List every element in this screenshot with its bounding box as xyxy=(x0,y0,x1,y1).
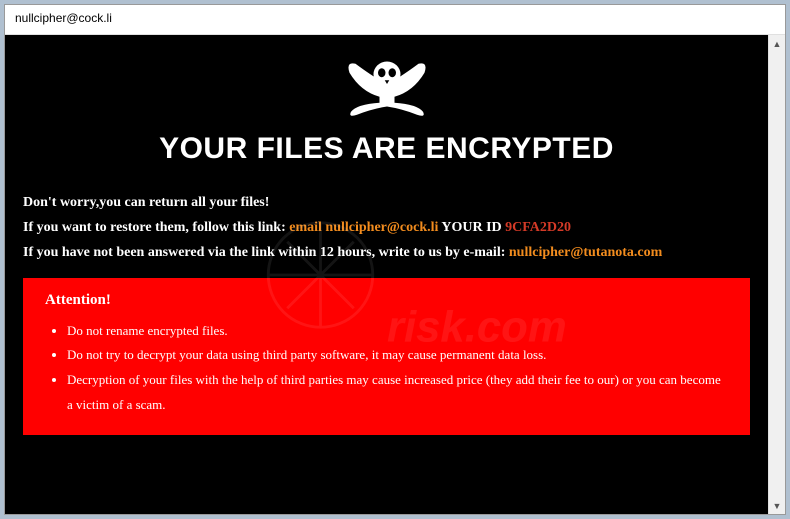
backup-email-link[interactable]: nullcipher@tutanota.com xyxy=(509,245,662,260)
your-id-label: YOUR ID xyxy=(438,220,505,235)
pirate-skull-icon xyxy=(342,49,432,119)
line-3-prefix: If you have not been answered via the li… xyxy=(23,245,509,260)
window-titlebar[interactable]: nullcipher@cock.li xyxy=(5,5,785,35)
attention-item: Do not try to decrypt your data using th… xyxy=(67,343,728,368)
content-wrap: risk.com xyxy=(5,35,785,514)
ransom-content: risk.com xyxy=(5,35,768,514)
attention-title: Attention! xyxy=(45,292,728,309)
victim-id: 9CFA2D20 xyxy=(505,220,571,235)
skull-icon-wrap xyxy=(23,49,750,124)
attention-item: Decryption of your files with the help o… xyxy=(67,368,728,417)
message-body: Don't worry,you can return all your file… xyxy=(23,190,750,266)
main-heading: YOUR FILES ARE ENCRYPTED xyxy=(23,132,750,166)
line-1: Don't worry,you can return all your file… xyxy=(23,190,750,215)
contact-email-link[interactable]: email nullcipher@cock.li xyxy=(289,220,438,235)
line-2: If you want to restore them, follow this… xyxy=(23,215,750,240)
line-3: If you have not been answered via the li… xyxy=(23,240,750,265)
attention-box: Attention! Do not rename encrypted files… xyxy=(23,278,750,436)
line-2-prefix: If you want to restore them, follow this… xyxy=(23,220,289,235)
attention-item: Do not rename encrypted files. xyxy=(67,319,728,344)
attention-list: Do not rename encrypted files. Do not tr… xyxy=(45,319,728,418)
vertical-scrollbar[interactable]: ▲ ▼ xyxy=(768,35,785,514)
scroll-up-arrow-icon[interactable]: ▲ xyxy=(769,35,785,52)
ransom-window: nullcipher@cock.li risk.com xyxy=(4,4,786,515)
window-title: nullcipher@cock.li xyxy=(15,11,112,25)
scroll-down-arrow-icon[interactable]: ▼ xyxy=(769,497,785,514)
